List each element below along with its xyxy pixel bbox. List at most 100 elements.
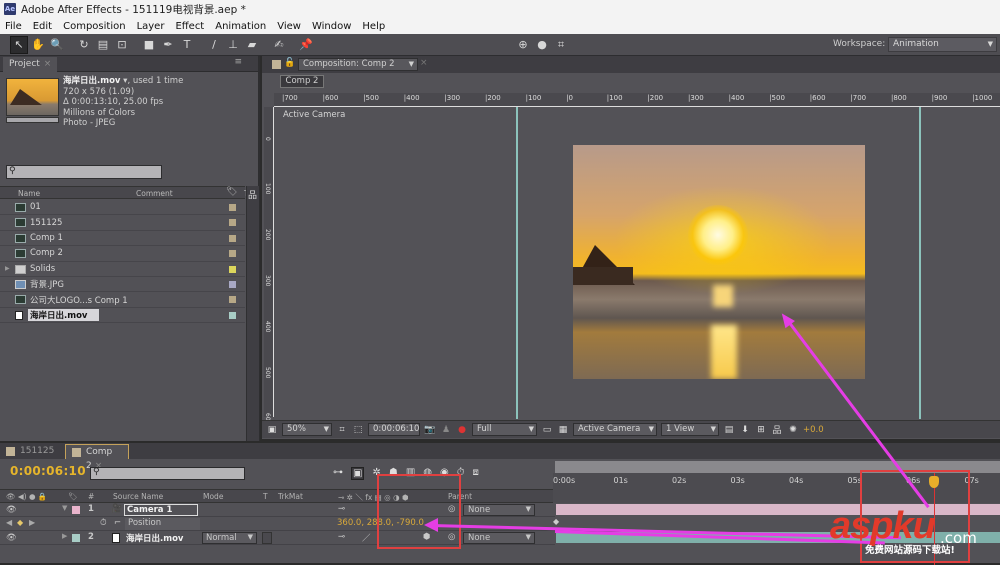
always-preview-icon[interactable]: ▣ [266, 424, 278, 436]
label-color-swatch[interactable] [229, 250, 236, 258]
keyframe-icon[interactable]: ◆ [553, 517, 559, 526]
comp-breadcrumb[interactable]: Comp 2 [280, 75, 324, 88]
flowchart-icon[interactable]: 品 [248, 188, 257, 201]
panel-menu-icon[interactable]: ≡ [234, 57, 242, 67]
expand-triangle-icon[interactable]: ▶ [62, 532, 67, 540]
rotation-tool-icon[interactable]: ↻ [75, 36, 93, 54]
menu-composition[interactable]: Composition [63, 21, 125, 32]
column-name[interactable]: Name [18, 189, 40, 198]
toggle-mask-icon[interactable]: ⬚ [352, 424, 364, 436]
project-item[interactable]: 海岸日出.mov [0, 308, 245, 324]
pen-tool-icon[interactable]: ✒ [159, 36, 177, 54]
live-update-icon[interactable]: ▣ [351, 467, 365, 480]
parent-select[interactable]: None ▼ [463, 504, 535, 516]
menu-file[interactable]: File [5, 21, 22, 32]
workspace-select[interactable]: Animation ▼ [888, 37, 997, 52]
close-icon[interactable]: × [44, 59, 52, 69]
local-axis-mode-icon[interactable]: ⊕ [514, 36, 532, 54]
project-item[interactable]: 01 [0, 200, 245, 216]
column-source-name[interactable]: Source Name [113, 492, 163, 501]
hand-tool-icon[interactable]: ✋ [29, 36, 47, 54]
resolution-select[interactable]: Full ▼ [472, 423, 537, 436]
layer-row-camera[interactable]: 👁 ▼ 1 🎥 Camera 1 ⊸ ◎ None ▼ [0, 504, 555, 517]
label-color-swatch[interactable] [229, 265, 236, 273]
pan-behind-tool-icon[interactable]: ⊡ [113, 36, 131, 54]
expand-triangle-icon[interactable]: ▶ [5, 265, 10, 272]
eraser-tool-icon[interactable]: ▰ [243, 36, 261, 54]
clone-stamp-tool-icon[interactable]: ⊥ [224, 36, 242, 54]
channels-icon[interactable]: ● [456, 424, 468, 436]
next-keyframe-icon[interactable]: ▶ [29, 518, 35, 527]
label-color-swatch[interactable] [229, 296, 236, 304]
view-axis-mode-icon[interactable]: ⌗ [552, 36, 570, 54]
menu-effect[interactable]: Effect [175, 21, 204, 32]
current-time-field[interactable]: 0:00:06:10 [368, 423, 420, 436]
lock-icon[interactable]: 🔓 [284, 58, 295, 68]
menu-window[interactable]: Window [312, 21, 351, 32]
world-axis-mode-icon[interactable]: ● [533, 36, 551, 54]
timeline-tab-comp2[interactable]: Comp 2 × [65, 444, 129, 471]
preserve-transparency-checkbox[interactable] [262, 532, 272, 544]
composition-tab[interactable]: Composition: Comp 2 ▼ [298, 58, 418, 71]
chevron-down-icon[interactable]: ▼ [409, 59, 414, 70]
project-item[interactable]: Comp 2 [0, 246, 245, 262]
layer-name[interactable]: 海岸日出.mov [126, 532, 183, 544]
column-trkmat[interactable]: TrkMat [278, 492, 303, 501]
label-color-swatch[interactable] [229, 219, 236, 227]
type-tool-icon[interactable]: T [178, 36, 196, 54]
selection-tool-icon[interactable]: ↖ [10, 35, 28, 54]
shy-switch-icon[interactable]: ⊸ [338, 532, 345, 542]
project-tab[interactable]: Project × [3, 57, 58, 72]
menu-view[interactable]: View [277, 21, 301, 32]
timeline-icon[interactable]: ⊞ [755, 424, 767, 436]
menu-animation[interactable]: Animation [215, 21, 266, 32]
project-item[interactable]: Comp 1 [0, 231, 245, 247]
snapshot-camera-icon[interactable]: 📷 [424, 424, 436, 436]
blend-mode-select[interactable]: Normal ▼ [202, 532, 257, 544]
column-t[interactable]: T [263, 492, 268, 501]
menu-edit[interactable]: Edit [33, 21, 52, 32]
label-color-swatch[interactable] [229, 234, 236, 242]
timeline-tab-151125[interactable]: 151125 [0, 444, 60, 459]
project-item[interactable]: 背景.JPG [0, 277, 245, 293]
camera-tool-icon[interactable]: ▤ [94, 36, 112, 54]
camera-view-select[interactable]: Active Camera ▼ [573, 423, 657, 436]
guide-line-left[interactable] [516, 107, 518, 419]
roto-brush-tool-icon[interactable]: ✍ [270, 36, 288, 54]
rectangle-tool-icon[interactable]: ■ [140, 36, 158, 54]
magnification-select[interactable]: 50% ▼ [282, 423, 332, 436]
collapse-triangle-icon[interactable]: ▼ [62, 504, 67, 512]
layer-label-color[interactable] [72, 506, 80, 514]
flowchart-icon[interactable]: 品 [771, 424, 783, 436]
composition-frame-image[interactable] [573, 145, 865, 379]
view-layout-select[interactable]: 1 View ▼ [661, 423, 719, 436]
project-item[interactable]: ▶ Solids [0, 262, 245, 277]
region-of-interest-icon[interactable]: ▭ [541, 424, 553, 436]
exposure-value[interactable]: +0.0 [803, 425, 824, 435]
menu-layer[interactable]: Layer [137, 21, 165, 32]
timeline-search-input[interactable]: ⚲ [90, 467, 245, 480]
stopwatch-icon[interactable]: ⏱ [100, 518, 107, 528]
column-comment[interactable]: Comment [136, 189, 173, 198]
column-mode[interactable]: Mode [203, 492, 223, 501]
eye-icon[interactable]: 👁 [6, 533, 17, 543]
menu-help[interactable]: Help [362, 21, 385, 32]
label-color-swatch[interactable] [229, 311, 236, 319]
fast-previews-icon[interactable]: ⬇ [739, 424, 751, 436]
graph-editor-icon[interactable]: ⧈ [473, 467, 479, 480]
label-color-swatch[interactable] [229, 204, 236, 211]
project-vertical-scrollbar[interactable]: 品 [246, 186, 259, 481]
toggle-pixel-aspect-icon[interactable]: ▤ [723, 424, 735, 436]
graph-icon[interactable]: ⌐ [114, 518, 121, 528]
label-color-swatch[interactable] [229, 280, 236, 288]
layer-name[interactable]: Camera 1 [124, 504, 198, 516]
parent-select[interactable]: None ▼ [463, 532, 535, 544]
add-keyframe-icon[interactable]: ◆ [17, 518, 23, 527]
zoom-tool-icon[interactable]: 🔍 [48, 36, 66, 54]
layer-label-color[interactable] [72, 534, 80, 542]
comp-mini-flowchart-icon[interactable]: ⊶ [333, 467, 343, 480]
brush-tool-icon[interactable]: / [205, 36, 223, 54]
guide-line-right[interactable] [919, 107, 921, 419]
prev-keyframe-icon[interactable]: ◀ [6, 518, 12, 527]
project-item[interactable]: 公司大LOGO...s Comp 1 [0, 292, 245, 308]
